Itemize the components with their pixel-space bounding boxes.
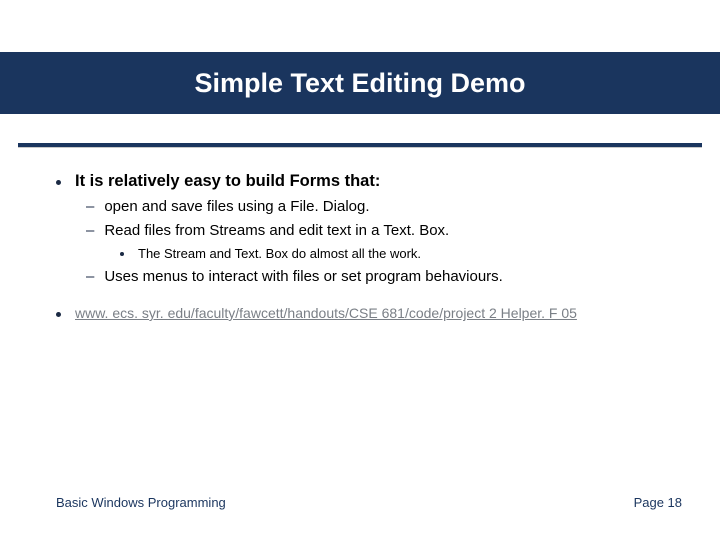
content-area: It is relatively easy to build Forms tha…	[56, 172, 676, 321]
bullet-dot-icon	[56, 180, 61, 185]
divider-line	[18, 143, 702, 147]
dash-icon: –	[86, 197, 94, 217]
reference-link[interactable]: www. ecs. syr. edu/faculty/fawcett/hando…	[75, 305, 577, 321]
bullet-level1: It is relatively easy to build Forms tha…	[56, 172, 676, 191]
sub-bullet: – Read files from Streams and edit text …	[86, 221, 676, 241]
link-bullet: www. ecs. syr. edu/faculty/fawcett/hando…	[56, 305, 676, 321]
sub-list: – open and save files using a File. Dial…	[86, 197, 676, 241]
sub-bullet: – open and save files using a File. Dial…	[86, 197, 676, 217]
bullet-dot-icon	[120, 252, 124, 256]
sub-list-continued: – Uses menus to interact with files or s…	[86, 267, 676, 287]
bullet-dot-icon	[56, 312, 61, 317]
dash-icon: –	[86, 221, 94, 241]
footer-left: Basic Windows Programming	[56, 495, 226, 510]
footer-right: Page 18	[634, 495, 682, 510]
sub-sub-bullet-text: The Stream and Text. Box do almost all t…	[138, 245, 421, 263]
bullet-main-text: It is relatively easy to build Forms tha…	[75, 172, 380, 191]
sub-bullet-text: Read files from Streams and edit text in…	[104, 221, 449, 241]
sub-bullet: – Uses menus to interact with files or s…	[86, 267, 676, 287]
sub-sub-bullet: The Stream and Text. Box do almost all t…	[120, 245, 676, 263]
slide: Simple Text Editing Demo It is relativel…	[0, 0, 720, 540]
sub-sub-list: The Stream and Text. Box do almost all t…	[120, 245, 676, 263]
sub-bullet-text: open and save files using a File. Dialog…	[104, 197, 369, 217]
dash-icon: –	[86, 267, 94, 287]
title-bar: Simple Text Editing Demo	[0, 52, 720, 114]
sub-bullet-text: Uses menus to interact with files or set…	[104, 267, 503, 287]
slide-title: Simple Text Editing Demo	[194, 68, 525, 99]
